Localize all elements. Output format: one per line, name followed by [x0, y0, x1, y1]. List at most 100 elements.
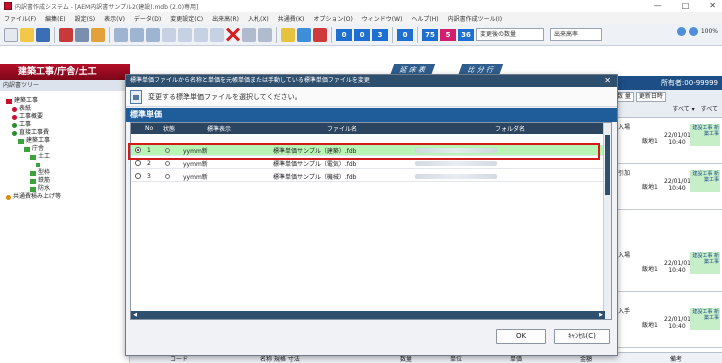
col-status: 状態	[163, 126, 176, 133]
progress-rate-select[interactable]: 出来高率	[550, 28, 602, 41]
copy-icon[interactable]	[130, 27, 144, 42]
cancel-button[interactable]: ｷｬﾝｾﾙ(C)	[554, 329, 610, 344]
menu-common-cost[interactable]: 共通費(K)	[278, 14, 305, 23]
save-icon[interactable]	[36, 27, 50, 42]
undo-icon[interactable]	[242, 27, 256, 42]
move-down-icon[interactable]	[210, 27, 224, 42]
tree-label: 内訳書ツリー	[0, 80, 130, 91]
move-up-icon[interactable]	[194, 27, 208, 42]
filter-bar: 数 量 更新日時 すべて ▾ すべて	[612, 90, 722, 118]
zoom-out-icon[interactable]	[676, 27, 686, 36]
menu-tools[interactable]: 内訳書作成ツール(I)	[448, 14, 502, 23]
menu-edit[interactable]: 編集(E)	[45, 14, 65, 23]
tree-node[interactable]: 共通費積み上げ等	[6, 193, 129, 201]
menu-bid[interactable]: 入札(X)	[248, 14, 269, 23]
menu-options[interactable]: オプション(O)	[313, 14, 352, 23]
table-row[interactable]: 2 yymm新 標準単価サンプル（電気）.fdb	[131, 158, 605, 169]
zoom-in-icon[interactable]	[688, 27, 698, 36]
count-badge-6[interactable]: 5	[440, 28, 456, 41]
node-icon	[12, 122, 17, 128]
paste-icon[interactable]	[146, 27, 160, 42]
menu-settings[interactable]: 設定(S)	[75, 14, 96, 23]
col-label: 標準表示	[207, 126, 232, 133]
tree-node[interactable]: 建築工事	[6, 97, 129, 105]
scroll-thumb[interactable]	[605, 135, 610, 195]
folder-icon	[24, 146, 30, 152]
folder-path-redacted	[415, 147, 497, 153]
menu-file[interactable]: ファイル(F)	[4, 14, 36, 23]
updated-filter[interactable]: 更新日時	[635, 92, 666, 102]
insert-row-icon[interactable]	[162, 27, 176, 42]
maximize-button[interactable]: □	[682, 0, 690, 12]
tree-view: 建築工事 表紙 工事概要 工事 直接工事費 建築工事 庁舎 土工 型枠 鉄筋 防…	[0, 91, 130, 363]
toolbar: 0 0 3 0 75 5 36 変更後の数量 出来高率	[0, 24, 722, 46]
menu-change[interactable]: 変更設定(C)	[170, 14, 203, 23]
row-radio[interactable]	[135, 173, 141, 179]
zoom-level[interactable]: 100%	[701, 28, 718, 35]
sum-icon[interactable]	[297, 27, 311, 42]
folder-icon	[30, 178, 36, 184]
toolbar-separator	[392, 26, 393, 43]
quantity-select[interactable]: 変更後の数量	[476, 28, 544, 41]
owner-header: 所有者:00-99999	[612, 76, 722, 90]
table-row[interactable]: 入場 飯地1 22/01/01 10:40 建設工事 新築工事	[612, 246, 722, 292]
menu-data[interactable]: データ(D)	[134, 14, 161, 23]
open-folder-icon[interactable]	[20, 27, 34, 42]
tree-node[interactable]: 庁舎	[6, 145, 129, 153]
flag-icon[interactable]	[313, 27, 327, 42]
calc-icon[interactable]	[281, 27, 295, 42]
tree-node[interactable]: 型枠	[6, 169, 129, 177]
tree-node[interactable]: 土工	[6, 153, 129, 161]
price-file-table: No 状態 標準表示 ファイル名 フォルダ名 1 yymm新 標準単価サンプル（…	[130, 122, 612, 320]
minimize-button[interactable]: —	[654, 0, 662, 12]
count-badge-7[interactable]: 36	[458, 28, 474, 41]
redo-icon[interactable]	[258, 27, 272, 42]
filter-all-2[interactable]: すべて	[699, 106, 720, 116]
table-row[interactable]: 引加 飯地1 22/01/01 10:40 建設工事 新築工事	[612, 164, 722, 210]
close-window-button[interactable]: ✕	[709, 0, 716, 12]
count-badge-3[interactable]: 3	[372, 28, 388, 41]
count-badge-4[interactable]: 0	[397, 28, 413, 41]
delete-icon[interactable]	[226, 27, 240, 42]
tree-node[interactable]: 表紙	[6, 105, 129, 113]
table-header: No 状態 標準表示 ファイル名 フォルダ名	[131, 123, 611, 134]
edit-icon[interactable]	[91, 27, 105, 42]
toolbar-separator	[109, 26, 110, 43]
menu-progress[interactable]: 出来高(R)	[212, 14, 239, 23]
tree-node[interactable]: 直接工事費	[6, 129, 129, 137]
insert-column-icon[interactable]	[178, 27, 192, 42]
table-row[interactable]: 1 yymm新 標準単価サンプル（建築）.fdb	[131, 145, 605, 156]
folder-icon	[6, 98, 12, 104]
menu-help[interactable]: ヘルプ(H)	[411, 14, 438, 23]
new-file-icon[interactable]	[4, 27, 18, 42]
preview-icon[interactable]	[75, 27, 89, 42]
filter-all-1[interactable]: すべて ▾	[670, 106, 696, 116]
vertical-scrollbar[interactable]	[603, 123, 611, 319]
count-badge-1[interactable]: 0	[336, 28, 352, 41]
tree-node[interactable]	[6, 161, 129, 169]
count-badge-5[interactable]: 75	[422, 28, 438, 41]
horizontal-scrollbar[interactable]: ◀ ▶	[131, 311, 605, 319]
count-badge-2[interactable]: 0	[354, 28, 370, 41]
row-radio[interactable]	[135, 147, 141, 153]
tree-node[interactable]: 防水	[6, 185, 129, 193]
table-row[interactable]: 入手 飯地1 22/01/01 10:40 建設工事 新築工事	[612, 302, 722, 348]
row-radio[interactable]	[135, 160, 141, 166]
table-row[interactable]: 3 yymm新 標準単価サンプル（機械）.fdb	[131, 171, 605, 182]
table-row[interactable]: 入場 飯地1 22/01/01 10:40 建設工事 新築工事	[612, 118, 722, 164]
scroll-right-icon[interactable]: ▶	[597, 311, 605, 319]
tree-node[interactable]: 工事	[6, 121, 129, 129]
cut-icon[interactable]	[114, 27, 128, 42]
menu-window[interactable]: ウィンドウ(W)	[362, 14, 403, 23]
menu-view[interactable]: 表示(V)	[104, 14, 125, 23]
print-icon[interactable]	[59, 27, 73, 42]
dialog-title: 標準単価ファイルから名称と単価を元帳単価または手動している標準単価ファイルを変更	[130, 77, 370, 84]
dialog-footer: OK ｷｬﾝｾﾙ(C)	[126, 321, 617, 355]
tree-node[interactable]: 建築工事	[6, 137, 129, 145]
dialog-close-icon[interactable]: ✕	[604, 75, 611, 87]
tree-node[interactable]: 工事概要	[6, 113, 129, 121]
tree-node[interactable]: 鉄筋	[6, 177, 129, 185]
ok-button[interactable]: OK	[496, 329, 546, 344]
scroll-left-icon[interactable]: ◀	[131, 311, 139, 319]
window-title: 内訳書作成システム - [AEM内訳書サンプル2(建設).mdb (2.0)専用…	[15, 3, 199, 11]
